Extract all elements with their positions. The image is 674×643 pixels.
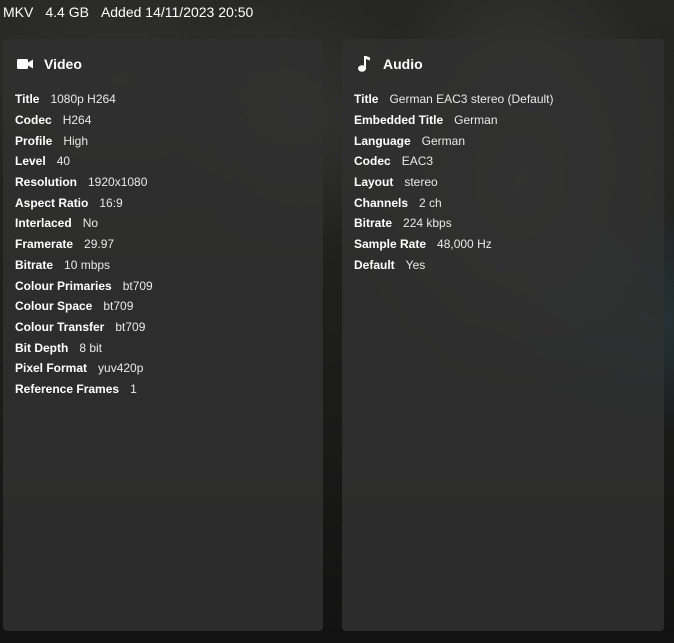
video-detail-row: Level 40 <box>15 151 153 172</box>
video-detail-row: Pixel Format yuv420p <box>15 358 153 379</box>
detail-label: Language <box>354 133 411 148</box>
audio-detail-row: Channels 2 ch <box>354 192 554 213</box>
video-detail-row: Colour Space bt709 <box>15 296 153 317</box>
audio-detail-row: Layout stereo <box>354 172 554 193</box>
detail-value: German <box>454 113 498 128</box>
detail-label: Sample Rate <box>354 237 427 252</box>
detail-value: 1 <box>130 381 137 396</box>
detail-value: High <box>63 133 89 148</box>
detail-label: Pixel Format <box>15 361 88 376</box>
detail-label: Bitrate <box>15 257 54 272</box>
detail-label: Channels <box>354 195 409 210</box>
container-format: MKV <box>3 4 34 20</box>
date-added: Added 14/11/2023 20:50 <box>100 4 254 20</box>
detail-value: German EAC3 stereo (Default) <box>389 92 554 107</box>
detail-value: bt709 <box>115 319 146 334</box>
detail-label: Resolution <box>15 175 77 190</box>
audio-details-list: Title German EAC3 stereo (Default) Embedde… <box>354 89 554 275</box>
detail-label: Bit Depth <box>15 340 69 355</box>
detail-label: Interlaced <box>15 216 72 231</box>
audio-detail-row: Embedded Title German <box>354 110 554 131</box>
detail-label: Default <box>354 257 395 272</box>
detail-label: Framerate <box>15 237 74 252</box>
detail-label: Title <box>15 92 40 107</box>
video-detail-row: Aspect Ratio 16:9 <box>15 192 153 213</box>
detail-value: stereo <box>404 175 438 190</box>
video-stream-panel: Video Title 1080p H264 Codec H264 Profile Hig… <box>3 39 323 631</box>
detail-value: 224 kbps <box>403 216 452 231</box>
detail-value: yuv420p <box>98 361 144 376</box>
file-size: 4.4 GB <box>45 4 89 20</box>
video-detail-row: Reference Frames 1 <box>15 379 153 400</box>
detail-value: 40 <box>56 154 71 169</box>
video-panel-title: Video <box>44 56 82 72</box>
audio-detail-row: Language German <box>354 130 554 151</box>
detail-label: Colour Primaries <box>15 278 112 293</box>
detail-label: Codec <box>354 154 391 169</box>
audio-detail-row: Codec EAC3 <box>354 151 554 172</box>
detail-label: Codec <box>15 113 52 128</box>
audio-panel-title: Audio <box>383 56 423 72</box>
detail-label: Bitrate <box>354 216 393 231</box>
audio-panel-header: Audio <box>355 55 423 73</box>
detail-label: Colour Space <box>15 299 93 314</box>
detail-label: Level <box>15 154 46 169</box>
detail-value: No <box>82 216 99 231</box>
detail-value: 1080p H264 <box>50 92 116 107</box>
detail-value: 48,000 Hz <box>437 237 492 252</box>
video-detail-row: Codec H264 <box>15 110 153 131</box>
detail-value: 16:9 <box>99 195 123 210</box>
detail-value: bt709 <box>122 278 153 293</box>
detail-value: German <box>421 133 466 148</box>
detail-value: 1920x1080 <box>88 175 148 190</box>
detail-value: bt709 <box>103 299 134 314</box>
music-note-icon <box>355 55 373 73</box>
detail-label: Colour Transfer <box>15 319 105 334</box>
detail-value: H264 <box>62 113 92 128</box>
detail-label: Profile <box>15 133 53 148</box>
audio-detail-row: Sample Rate 48,000 Hz <box>354 234 554 255</box>
audio-stream-panel: Audio Title German EAC3 stereo (Default) E… <box>342 39 664 631</box>
video-panel-header: Video <box>16 55 82 73</box>
detail-label: Layout <box>354 175 394 190</box>
audio-detail-row: Default Yes <box>354 255 554 276</box>
video-detail-row: Profile High <box>15 130 153 151</box>
detail-value: Yes <box>405 257 426 272</box>
videocam-icon <box>16 55 34 73</box>
detail-value: 29.97 <box>84 237 115 252</box>
detail-value: 10 mbps <box>64 257 111 272</box>
audio-detail-row: Bitrate 224 kbps <box>354 213 554 234</box>
detail-label: Aspect Ratio <box>15 195 89 210</box>
detail-label: Title <box>354 92 379 107</box>
audio-detail-row: Title German EAC3 stereo (Default) <box>354 89 554 110</box>
video-details-list: Title 1080p H264 Codec H264 Profile High Level… <box>15 89 153 399</box>
detail-label: Reference Frames <box>15 381 120 396</box>
video-detail-row: Title 1080p H264 <box>15 89 153 110</box>
detail-value: 8 bit <box>79 340 103 355</box>
video-detail-row: Interlaced No <box>15 213 153 234</box>
detail-label: Embedded Title <box>354 113 444 128</box>
media-info-bar: MKV 4.4 GB Added 14/11/2023 20:50 <box>3 2 265 22</box>
video-detail-row: Resolution 1920x1080 <box>15 172 153 193</box>
video-detail-row: Colour Primaries bt709 <box>15 275 153 296</box>
detail-value: EAC3 <box>401 154 434 169</box>
video-detail-row: Bit Depth 8 bit <box>15 337 153 358</box>
video-detail-row: Framerate 29.97 <box>15 234 153 255</box>
detail-value: 2 ch <box>419 195 442 210</box>
video-detail-row: Bitrate 10 mbps <box>15 255 153 276</box>
video-detail-row: Colour Transfer bt709 <box>15 317 153 338</box>
